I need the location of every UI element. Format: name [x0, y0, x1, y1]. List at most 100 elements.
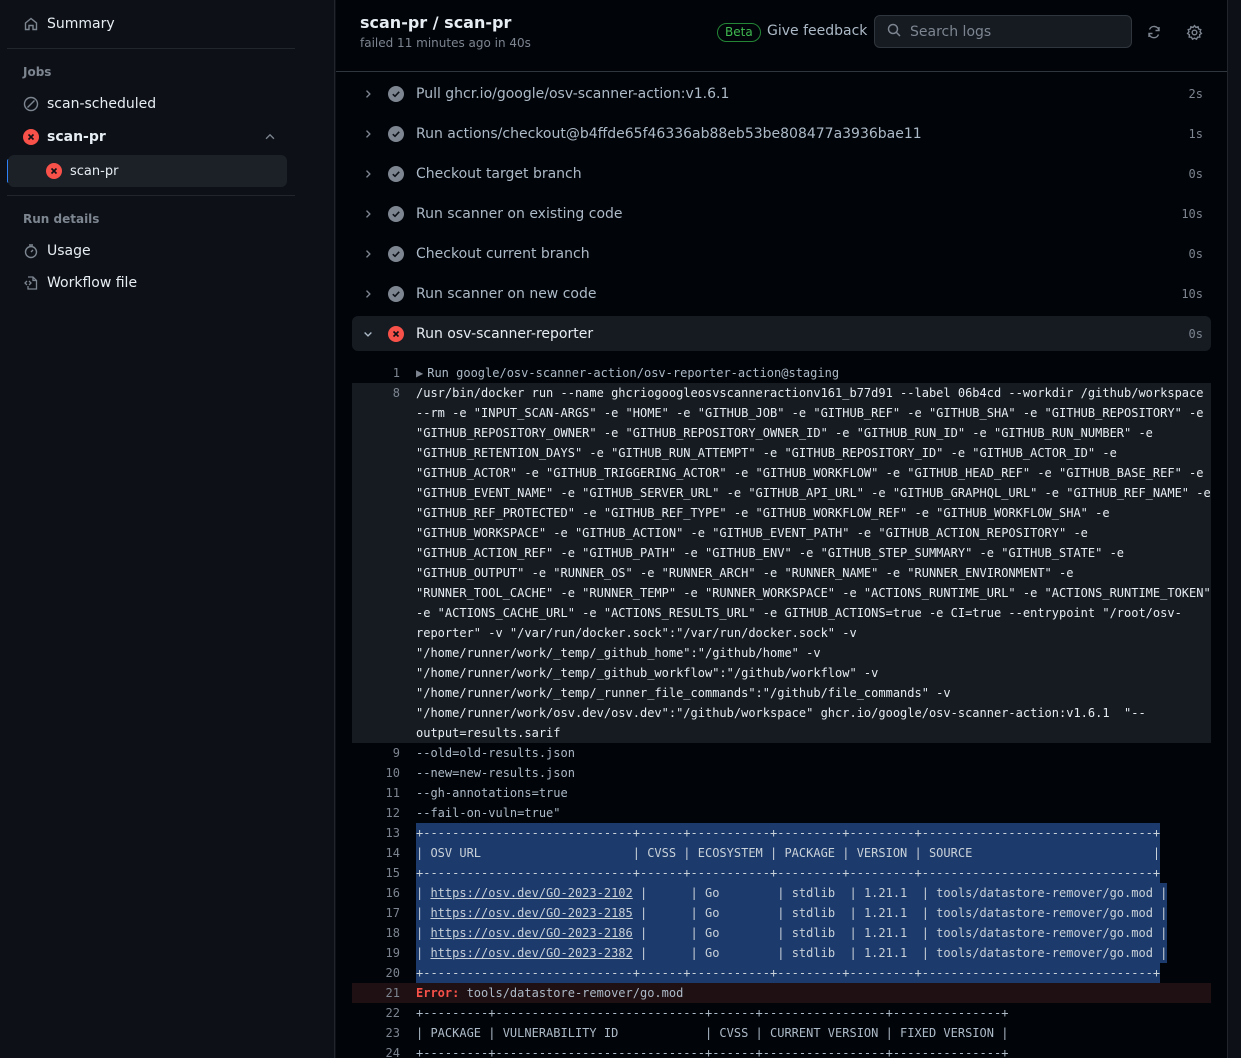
log-text: --gh-annotations=true	[416, 786, 568, 800]
step-duration: 10s	[1181, 286, 1203, 301]
osv-link[interactable]: https://osv.dev/GO-2023-2102	[430, 886, 632, 900]
step-row[interactable]: Run scanner on new code 10s	[352, 276, 1211, 311]
check-circle-icon	[388, 205, 404, 222]
log-line: "RUNNER_TOOL_CACHE" -e "RUNNER_TEMP" -e …	[352, 583, 1211, 603]
log-line: 22 +---------+---------------------------…	[352, 1003, 1211, 1023]
scrollbar-track[interactable]	[1227, 0, 1241, 1058]
sidebar-job-scan-scheduled[interactable]: scan-scheduled	[8, 88, 287, 120]
check-circle-icon	[388, 165, 404, 182]
log-text: output=results.sarif	[416, 726, 561, 740]
log-line: 11 --gh-annotations=true	[352, 783, 1211, 803]
line-number[interactable]: 15	[352, 863, 400, 883]
refresh-icon[interactable]	[1144, 22, 1164, 42]
line-number[interactable]: 8	[352, 383, 400, 403]
failed-icon	[23, 129, 39, 145]
row-text: | | Go | stdlib | 1.21.1 | tools/datasto…	[632, 926, 1168, 940]
line-number[interactable]: 16	[352, 883, 400, 903]
search-logs-field[interactable]	[874, 15, 1132, 48]
line-number[interactable]: 12	[352, 803, 400, 823]
error-text: tools/datastore-remover/go.mod	[459, 986, 684, 1000]
log-line-group[interactable]: 1 ▶ Run google/osv-scanner-action/osv-rep…	[352, 363, 1211, 383]
step-duration: 10s	[1181, 206, 1203, 221]
log-line: "GITHUB_OUTPUT" -e "RUNNER_OS" -e "RUNNE…	[352, 563, 1211, 583]
line-number[interactable]: 19	[352, 943, 400, 963]
search-logs-input[interactable]	[910, 23, 1110, 40]
step-name: Run osv-scanner-reporter	[416, 325, 594, 342]
line-number	[352, 543, 400, 563]
log-line: 12 --fail-on-vuln=true"	[352, 803, 1211, 823]
line-number[interactable]: 17	[352, 903, 400, 923]
log-line: "/home/runner/work/osv.dev/osv.dev":"/gi…	[352, 703, 1211, 723]
sidebar-subjob-scan-pr[interactable]: scan-pr	[8, 155, 287, 187]
log-line: output=results.sarif	[352, 723, 1211, 743]
sidebar-item-usage[interactable]: Usage	[8, 235, 287, 267]
log-line: "/home/runner/work/_temp/_runner_file_co…	[352, 683, 1211, 703]
job-title: scan-pr / scan-pr	[360, 13, 512, 32]
give-feedback-link[interactable]: Give feedback	[767, 23, 867, 39]
chevron-right-icon[interactable]	[360, 88, 376, 100]
osv-link[interactable]: https://osv.dev/GO-2023-2185	[430, 906, 632, 920]
log-line: "GITHUB_WORKSPACE" -e "GITHUB_ACTION" -e…	[352, 523, 1211, 543]
docker-command-block: 8/usr/bin/docker run --name ghcriogoogle…	[352, 383, 1211, 743]
line-number	[352, 523, 400, 543]
jobs-heading: Jobs	[23, 65, 52, 79]
chevron-up-icon[interactable]	[263, 130, 277, 148]
step-name: Checkout current branch	[416, 245, 590, 262]
osv-link[interactable]: https://osv.dev/GO-2023-2186	[430, 926, 632, 940]
line-number	[352, 463, 400, 483]
log-text: "GITHUB_REPOSITORY_OWNER" -e "GITHUB_REP…	[416, 426, 1153, 440]
vulnerability-row: 17 | https://osv.dev/GO-2023-2185 | | Go …	[352, 903, 1211, 923]
chevron-right-icon[interactable]	[360, 288, 376, 300]
line-number[interactable]: 11	[352, 783, 400, 803]
chevron-right-icon[interactable]	[360, 248, 376, 260]
vulnerability-row: 18 | https://osv.dev/GO-2023-2186 | | Go …	[352, 923, 1211, 943]
step-row[interactable]: Run scanner on existing code 10s	[352, 196, 1211, 231]
line-number[interactable]: 24	[352, 1043, 400, 1058]
line-number[interactable]: 10	[352, 763, 400, 783]
home-icon	[23, 16, 39, 32]
log-text: | PACKAGE | VULNERABILITY ID | CVSS | CU…	[416, 1026, 1009, 1040]
line-number[interactable]: 18	[352, 923, 400, 943]
log-text: --new=new-results.json	[416, 766, 575, 780]
check-circle-icon	[388, 245, 404, 262]
line-number[interactable]: 14	[352, 843, 400, 863]
log-line: 24 +---------+---------------------------…	[352, 1043, 1211, 1058]
step-row[interactable]: Run osv-scanner-reporter 0s	[352, 316, 1211, 351]
sidebar-job-scan-pr[interactable]: scan-pr	[8, 121, 287, 153]
chevron-down-icon[interactable]	[360, 328, 376, 340]
log-line: reporter" -v "/var/run/docker.sock":"/va…	[352, 623, 1211, 643]
log-text: +---------+-----------------------------…	[416, 1006, 1009, 1020]
sidebar-item-summary[interactable]: Summary	[8, 8, 287, 40]
step-row[interactable]: Checkout target branch 0s	[352, 156, 1211, 191]
step-name: Run scanner on new code	[416, 285, 597, 302]
line-number[interactable]: 23	[352, 1023, 400, 1043]
log-line: 14 | OSV URL | CVSS | ECOSYSTEM | PACKAGE…	[352, 843, 1211, 863]
step-duration: 0s	[1188, 326, 1203, 341]
file-code-icon	[23, 275, 39, 291]
chevron-right-icon[interactable]	[360, 208, 376, 220]
step-row[interactable]: Run actions/checkout@b4ffde65f46336ab88e…	[352, 116, 1211, 151]
sidebar-item-workflow-file[interactable]: Workflow file	[8, 267, 287, 299]
line-number[interactable]: 13	[352, 823, 400, 843]
gear-icon[interactable]	[1184, 22, 1204, 42]
line-number[interactable]: 22	[352, 1003, 400, 1023]
step-name: Run scanner on existing code	[416, 205, 623, 222]
chevron-right-icon[interactable]	[360, 168, 376, 180]
step-row[interactable]: Pull ghcr.io/google/osv-scanner-action:v…	[352, 76, 1211, 111]
chevron-right-icon[interactable]	[360, 128, 376, 140]
line-number[interactable]: 9	[352, 743, 400, 763]
line-number	[352, 503, 400, 523]
log-text: +---------+-----------------------------…	[416, 1046, 1009, 1058]
log-text: --old=old-results.json	[416, 746, 575, 760]
log-text: "/home/runner/work/_temp/_github_home":"…	[416, 646, 821, 660]
log-text: "GITHUB_ACTOR" -e "GITHUB_TRIGGERING_ACT…	[416, 466, 1204, 480]
line-number[interactable]: 20	[352, 963, 400, 983]
error-keyword: Error:	[416, 986, 460, 1000]
step-duration: 0s	[1188, 246, 1203, 261]
line-number	[352, 603, 400, 623]
osv-link[interactable]: https://osv.dev/GO-2023-2382	[430, 946, 632, 960]
step-row[interactable]: Checkout current branch 0s	[352, 236, 1211, 271]
line-number[interactable]: 21	[352, 983, 400, 1003]
line-number[interactable]: 1	[352, 363, 400, 383]
triangle-right-icon[interactable]: ▶	[416, 366, 423, 380]
